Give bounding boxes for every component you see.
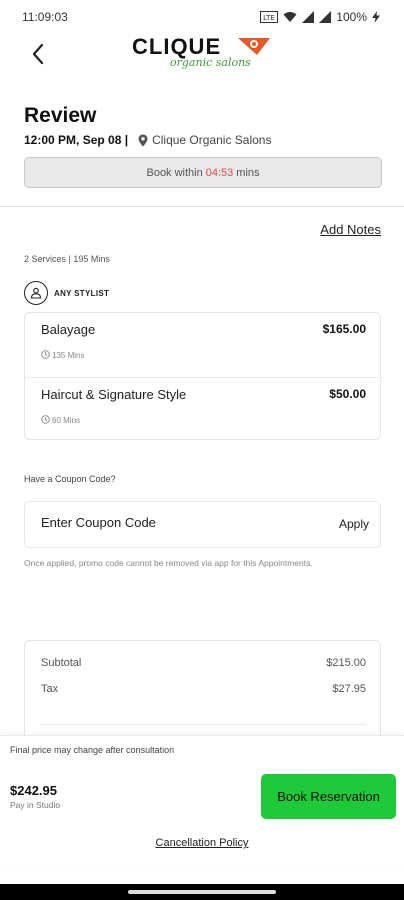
status-bar: 11:09:03 LTE 100% — [0, 0, 404, 34]
svg-text:LTE: LTE — [263, 14, 275, 22]
service-duration-text: 60 Mins — [52, 416, 81, 425]
status-icons: LTE 100% — [260, 10, 380, 24]
services-card: Balayage $165.00 135 Mins Haircut & Sign… — [24, 312, 382, 441]
service-duration-text: 135 Mins — [52, 351, 85, 360]
system-nav-bar — [0, 884, 404, 900]
book-reservation-button[interactable]: Book Reservation — [261, 774, 396, 819]
tax-value: $27.95 — [332, 683, 366, 695]
home-handle[interactable] — [128, 890, 276, 894]
service-name: Balayage — [41, 322, 96, 337]
service-price: $50.00 — [329, 387, 366, 401]
total-price: $242.95 — [10, 783, 57, 798]
timer-prefix: Book within — [146, 166, 203, 179]
stylist-label: ANY STYLIST — [54, 288, 110, 298]
person-icon — [24, 281, 48, 305]
logo-tagline: organic salons — [170, 56, 251, 69]
battery-charging-icon — [372, 11, 380, 23]
timer-suffix: mins — [236, 166, 260, 179]
subtotal-row: Subtotal $215.00 — [41, 657, 366, 669]
wifi-icon — [283, 11, 297, 23]
timer-countdown: 04:53 — [205, 166, 234, 179]
status-time: 11:09:03 — [22, 10, 68, 24]
service-duration: 60 Mins — [41, 415, 80, 426]
service-duration: 135 Mins — [41, 350, 84, 361]
back-button[interactable] — [24, 42, 52, 70]
coupon-card: Apply — [24, 501, 381, 548]
subtotal-label: Subtotal — [41, 657, 82, 669]
service-price: $165.00 — [322, 322, 366, 336]
app-header: CLIQUE organic salons — [0, 34, 404, 84]
coupon-note: Once applied, promo code cannot be remov… — [24, 558, 313, 568]
checkout-footer: Final price may change after consultatio… — [0, 735, 404, 868]
cancellation-policy: Cancellation Policy — [0, 837, 404, 849]
service-item: Balayage $165.00 135 Mins — [25, 313, 382, 377]
salon-name: Clique Organic Salons — [152, 133, 272, 147]
page-title: Review — [24, 104, 97, 127]
totals-card: Subtotal $215.00 Tax $27.95 — [24, 640, 381, 750]
coupon-input[interactable] — [41, 515, 291, 530]
signal-icon — [319, 11, 332, 23]
coupon-question: Have a Coupon Code? — [24, 474, 116, 484]
brand-logo: CLIQUE organic salons — [132, 34, 272, 78]
tax-row: Tax $27.95 — [41, 683, 366, 695]
booking-meta: 12:00 PM, Sep 08 | Clique Organic Salons — [24, 133, 271, 147]
lte-icon: LTE — [260, 11, 279, 23]
totals-divider — [41, 724, 366, 725]
cancellation-policy-link[interactable]: Cancellation Policy — [156, 837, 249, 849]
final-price-note: Final price may change after consultatio… — [10, 745, 175, 755]
pay-method-label: Pay in Studio — [10, 800, 61, 810]
location-pin-icon — [138, 134, 148, 147]
booking-datetime: 12:00 PM, Sep 08 | — [24, 133, 129, 147]
section-divider — [0, 206, 404, 207]
chevron-left-icon — [31, 43, 45, 70]
service-item: Haircut & Signature Style $50.00 60 Mins — [25, 377, 382, 441]
signal-icon — [302, 11, 315, 23]
add-notes-link[interactable]: Add Notes — [320, 222, 381, 237]
stylist-selector[interactable]: ANY STYLIST — [24, 281, 109, 305]
clock-icon — [41, 350, 50, 361]
subtotal-value: $215.00 — [326, 657, 366, 669]
booking-timer: Book within 04:53 mins — [24, 157, 382, 188]
clock-icon — [41, 415, 50, 426]
service-name: Haircut & Signature Style — [41, 387, 187, 402]
battery-label: 100% — [336, 10, 367, 24]
services-summary: 2 Services | 195 Mins — [24, 254, 110, 264]
apply-coupon-button[interactable]: Apply — [339, 517, 369, 531]
tax-label: Tax — [41, 683, 59, 695]
